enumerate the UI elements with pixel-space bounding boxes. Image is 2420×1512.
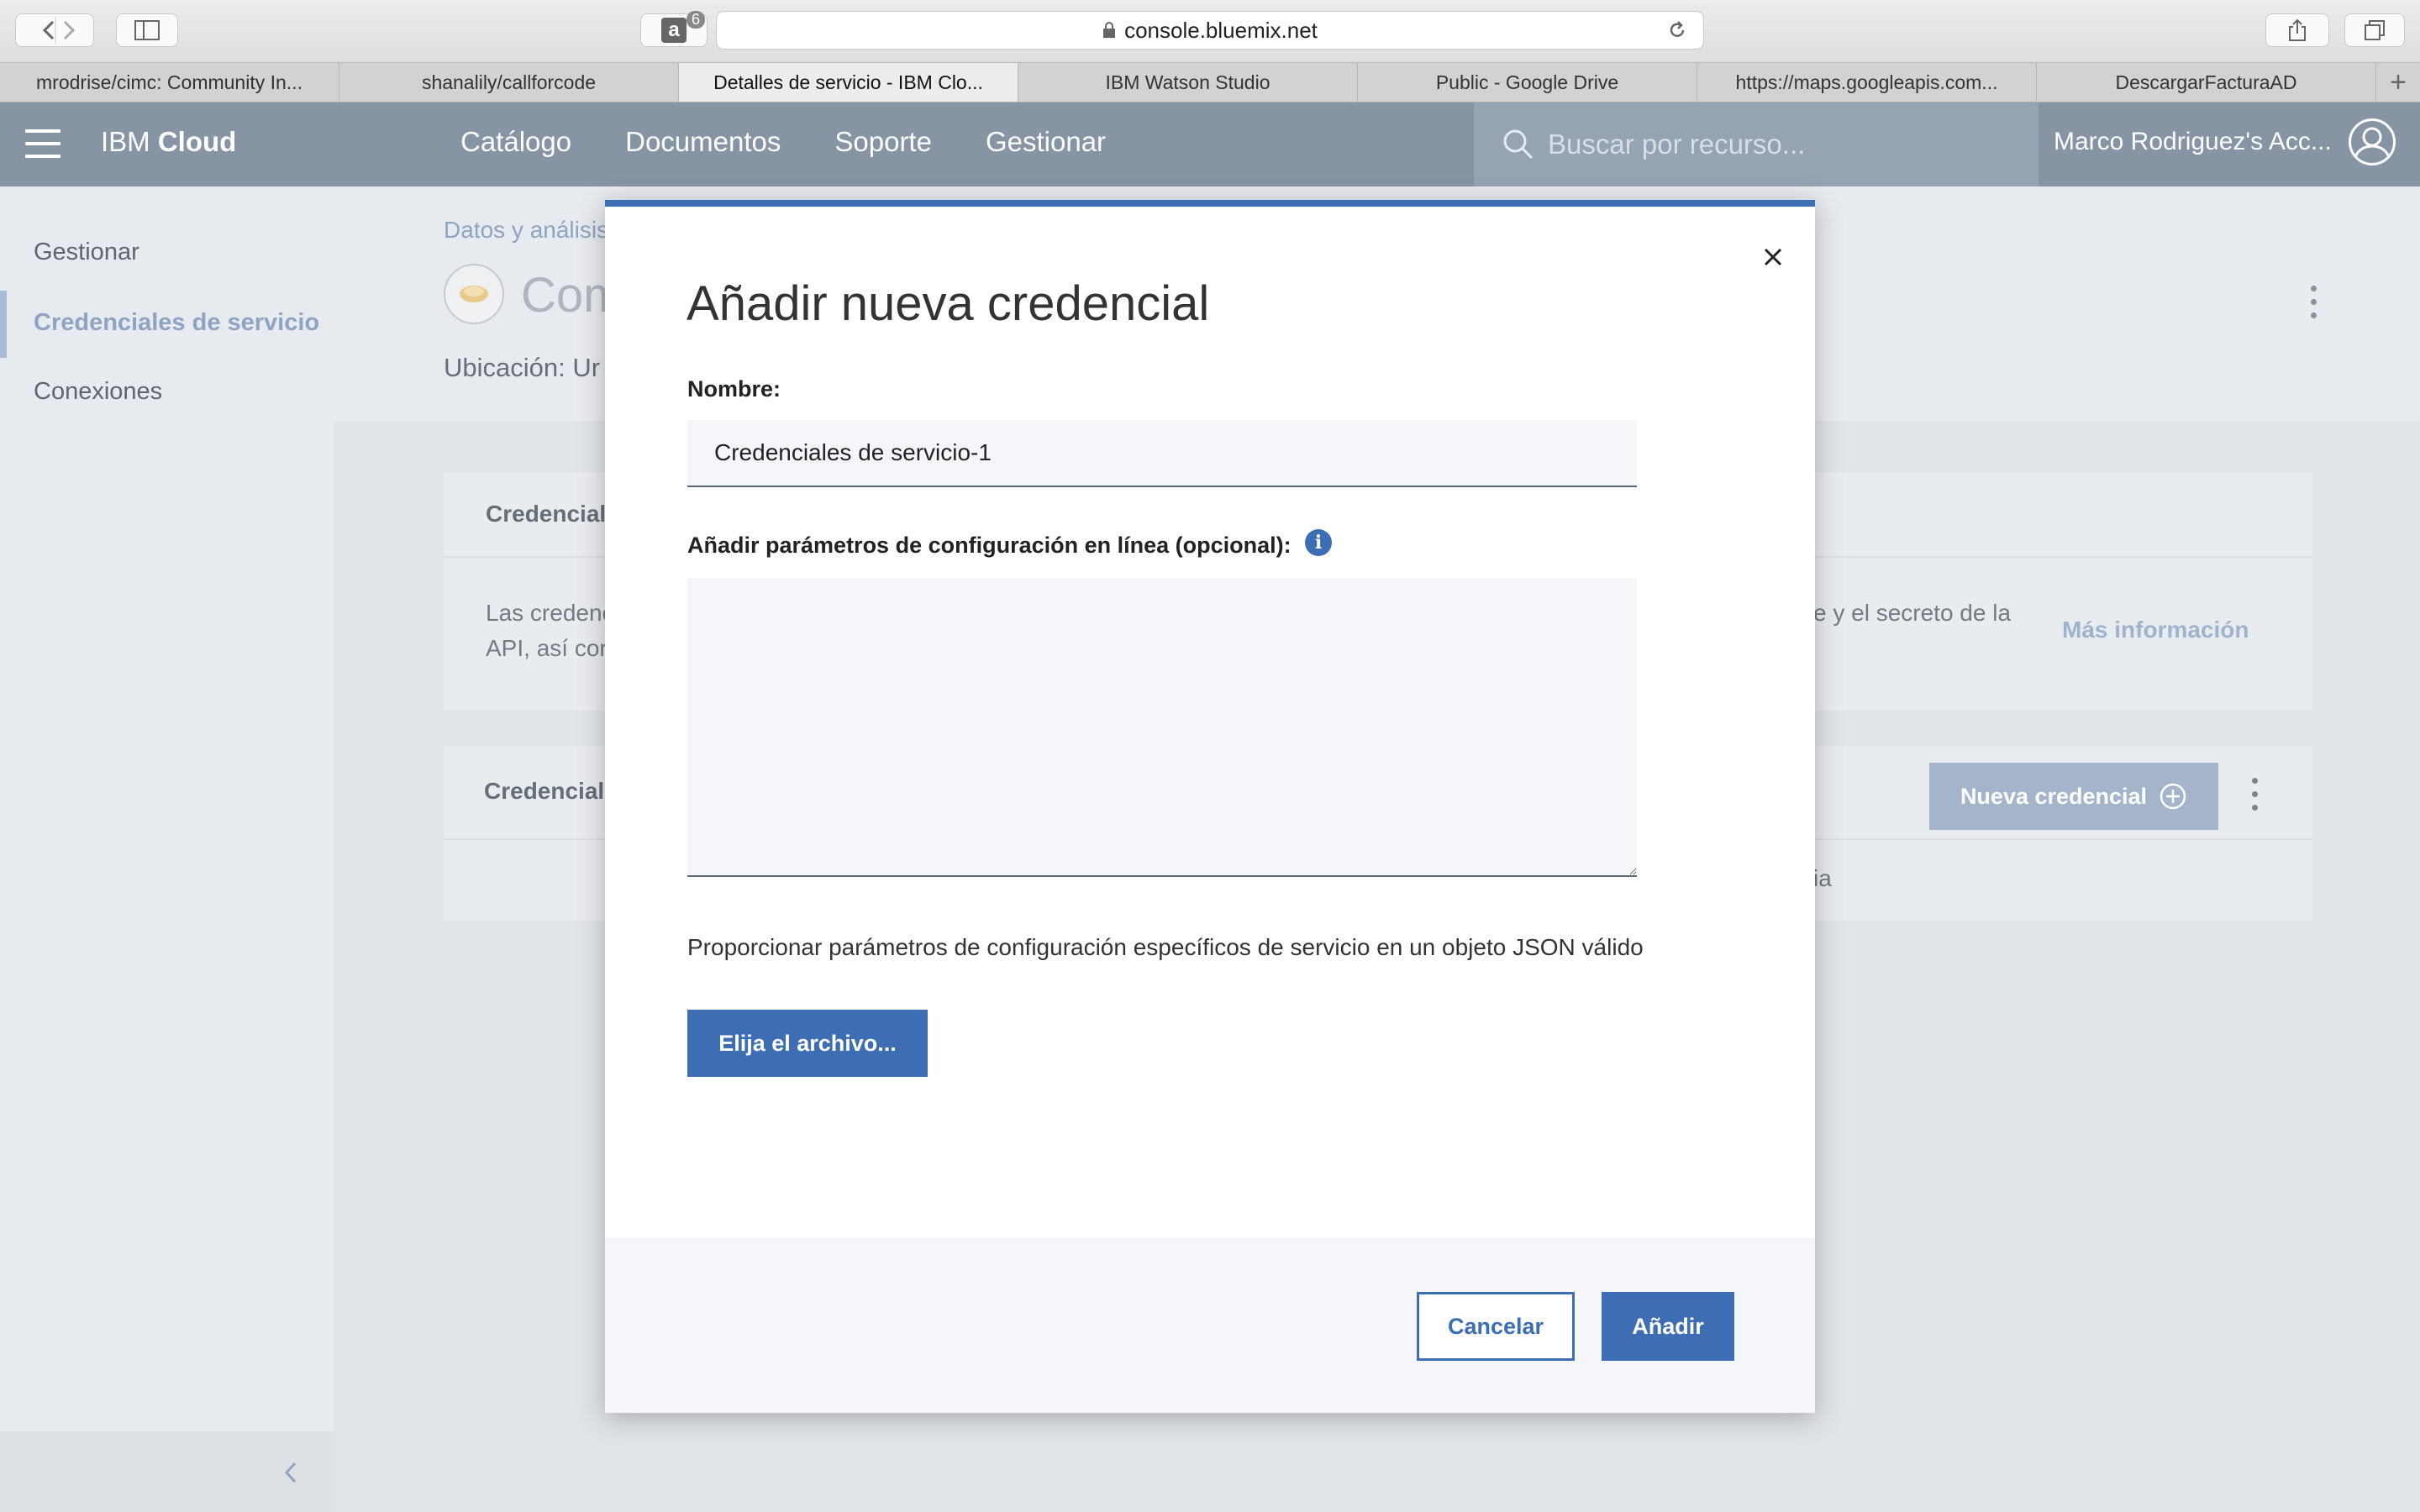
left-sidebar: Gestionar Credenciales de servicio Conex… [0,186,335,1512]
card-text: Las credenc [486,600,614,626]
sidebar-item-credenciales[interactable]: Credenciales de servicio [34,309,319,337]
top-nav: Catálogo Documentos Soporte Gestionar [460,126,1106,158]
modal-title: Añadir nueva credencial [687,276,1210,331]
back-forward-icon [42,17,76,44]
sidebar-collapse-bar [0,1431,334,1512]
search-placeholder: Buscar por recurso... [1548,129,1806,160]
tabs-overview-button[interactable] [2344,13,2405,47]
params-label: Añadir parámetros de configuración en lí… [687,533,1292,558]
card-text: e y el secreto de la [1813,600,2012,626]
browser-tab[interactable]: shanalily/callforcode [339,63,679,102]
ibm-cloud-header: IBM Cloud Catálogo Documentos Soporte Ge… [0,102,2420,186]
new-tab-button[interactable]: + [2376,63,2420,102]
amazon-extension-button[interactable]: a 6 [640,11,708,47]
table-overflow-menu-icon[interactable] [2252,778,2260,811]
sidebar-toggle-button[interactable] [116,13,178,47]
card-title: Credenciale [486,501,619,527]
nav-soporte[interactable]: Soporte [834,126,932,158]
browser-tab[interactable]: mrodrise/cimc: Community In... [0,63,339,102]
user-icon [2354,127,2391,160]
overflow-menu-icon[interactable] [2311,286,2319,318]
menu-icon[interactable] [25,129,60,158]
back-button[interactable] [15,13,94,47]
name-field[interactable] [687,420,1637,487]
browser-tab[interactable]: IBM Watson Studio [1018,63,1358,102]
browser-tab-active[interactable]: Detalles de servicio - IBM Clo... [679,63,1018,102]
modal-accent-bar [605,200,1815,207]
nav-documentos[interactable]: Documentos [625,126,781,158]
amazon-icon: a [661,18,687,43]
location-label: Ubicación: Ur [444,353,601,382]
brand-logo[interactable]: IBM Cloud [101,126,236,158]
params-json-textarea[interactable] [687,578,1637,877]
account-switcher[interactable]: Marco Rodriguez's Acc... [2054,128,2332,156]
browser-tab[interactable]: DescargarFacturaAD [2037,63,2376,102]
search-icon [1503,129,1534,160]
card-text: API, así cor [486,635,608,661]
add-circle-icon [2160,783,2186,810]
browser-tab[interactable]: https://maps.googleapis.com... [1697,63,2037,102]
modal-footer: Cancelar Añadir [605,1238,1815,1413]
table-row-fragment: ia [1813,865,1832,891]
extension-badge: 6 [687,11,706,29]
breadcrumb[interactable]: Datos y análisis [444,217,608,244]
share-button[interactable] [2265,13,2329,47]
browser-toolbar: a 6 console.bluemix.net [0,0,2420,62]
close-icon[interactable] [1756,240,1790,274]
lock-icon [1103,22,1116,38]
avatar[interactable] [2349,118,2396,165]
info-icon[interactable]: i [1305,529,1332,556]
cancel-button[interactable]: Cancelar [1417,1292,1575,1361]
sidebar-item-gestionar[interactable]: Gestionar [34,239,139,266]
browser-tab-bar: mrodrise/cimc: Community In... shanalily… [0,62,2420,102]
card-title: Credenciale [484,778,618,804]
tabs-icon [2365,20,2385,40]
add-button[interactable]: Añadir [1602,1292,1734,1361]
reload-icon[interactable] [1666,19,1688,41]
sidebar-icon [134,20,160,40]
sidebar-active-indicator [0,291,7,358]
json-hint-text: Proporcionar parámetros de configuración… [687,934,1644,960]
sidebar-item-conexiones[interactable]: Conexiones [34,378,162,406]
share-icon [2289,18,2306,41]
new-credential-button[interactable]: Nueva credencial [1929,763,2218,830]
more-info-link[interactable]: Más información [2062,617,2249,643]
nav-gestionar[interactable]: Gestionar [986,126,1106,158]
url-text: console.bluemix.net [1124,17,1318,43]
search-input[interactable]: Buscar por recurso... [1474,102,2039,186]
address-bar[interactable]: console.bluemix.net [716,11,1704,50]
browser-tab[interactable]: Public - Google Drive [1358,63,1697,102]
add-credential-modal: Añadir nueva credencial Nombre: Añadir p… [605,200,1815,1413]
choose-file-button[interactable]: Elija el archivo... [687,1010,928,1077]
service-icon [444,264,504,324]
nav-catalogo[interactable]: Catálogo [460,126,571,158]
collapse-chevron-icon[interactable] [282,1460,299,1485]
name-label: Nombre: [687,376,781,402]
